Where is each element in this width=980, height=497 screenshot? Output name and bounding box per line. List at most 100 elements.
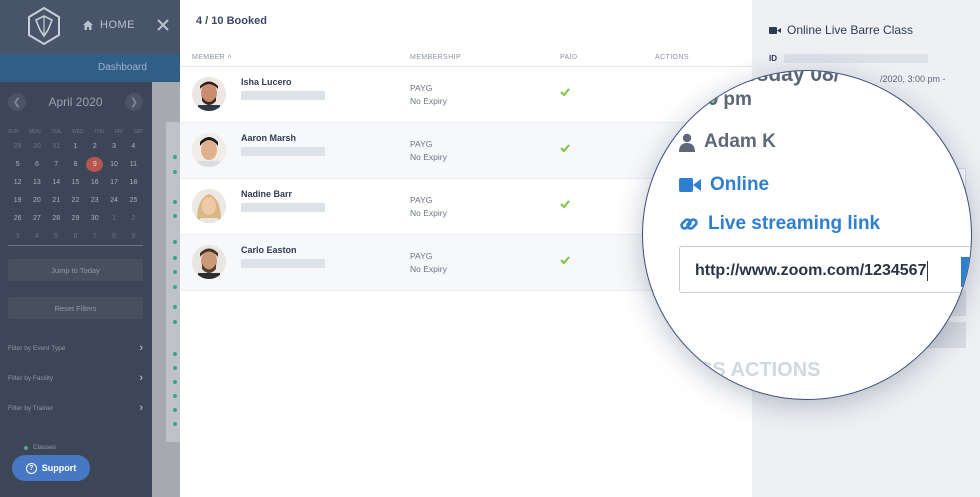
calendar-day[interactable]: 30 <box>27 139 46 154</box>
calendar-day[interactable]: 1 <box>66 139 85 154</box>
avatar <box>192 245 226 279</box>
streaming-link-label: Live streaming link <box>708 213 881 234</box>
calendar-header: ❮ April 2020 ❯ <box>8 92 143 112</box>
member-name[interactable]: Carlo Easton <box>241 245 297 255</box>
member-name[interactable]: Isha Lucero <box>241 77 292 87</box>
nav-dashboard[interactable]: Dashboard <box>0 54 180 82</box>
paid-check-icon <box>560 88 570 97</box>
zoomed-class-date: esday 08/ <box>745 70 840 86</box>
calendar-day[interactable]: 27 <box>27 211 46 226</box>
legend-dot-icon <box>24 445 28 450</box>
legend-classes: Classes <box>24 444 56 451</box>
calendar-day[interactable]: 19 <box>8 193 27 208</box>
calendar-day[interactable]: 6 <box>27 157 46 172</box>
event-dot <box>173 320 177 324</box>
calendar-day[interactable]: 9 <box>86 157 104 172</box>
calendar-day[interactable]: 4 <box>27 229 46 244</box>
calendar-day[interactable]: 18 <box>124 175 143 190</box>
calendar-day[interactable]: 26 <box>8 211 27 226</box>
calendar-day[interactable]: 2 <box>124 211 143 226</box>
calendar-day[interactable]: 9 <box>124 229 143 244</box>
paid-check-icon <box>560 256 570 265</box>
nav-dashboard-label: Dashboard <box>98 62 147 73</box>
membership-plan: PAYG <box>410 139 433 149</box>
calendar-prev-button[interactable]: ❮ <box>8 93 26 111</box>
calendar-day[interactable]: 5 <box>47 229 66 244</box>
filter-facility[interactable]: Filter by Facility › <box>8 372 143 384</box>
calendar-day[interactable]: 13 <box>27 175 46 190</box>
legend-label: Classes <box>33 444 57 451</box>
filter-label: Filter by Facility <box>8 374 54 382</box>
class-date-text: /2020, 3:00 pm - <box>880 74 946 84</box>
calendar-weekday: SAT <box>133 129 143 135</box>
calendar-day[interactable]: 23 <box>85 193 104 208</box>
event-dot <box>173 214 177 218</box>
reset-filters-button[interactable]: Reset Filters <box>8 297 143 319</box>
sort-asc-icon: ˄ <box>227 54 232 61</box>
table-row[interactable]: Isha Lucero PAYG No Expiry <box>180 67 752 123</box>
streaming-link-value: http://www.zoom.com/1234567 <box>695 262 927 280</box>
calendar-day[interactable]: 29 <box>66 211 85 226</box>
member-name[interactable]: Nadine Barr <box>241 189 292 199</box>
calendar-day[interactable]: 8 <box>104 229 123 244</box>
calendar-day[interactable]: 24 <box>104 193 123 208</box>
calendar-weekday: FRI <box>115 129 124 135</box>
calendar-day[interactable]: 3 <box>8 229 27 244</box>
calendar-day[interactable]: 7 <box>47 157 66 172</box>
calendar-day[interactable]: 21 <box>47 193 66 208</box>
calendar-day[interactable]: 5 <box>8 157 27 172</box>
calendar-day[interactable]: 3 <box>104 139 123 154</box>
membership-plan: PAYG <box>410 83 433 93</box>
support-button[interactable]: ? Support <box>12 455 90 481</box>
calendar-day[interactable]: 12 <box>8 175 27 190</box>
calendar-day[interactable]: 25 <box>124 193 143 208</box>
calendar-day[interactable]: 31 <box>47 139 66 154</box>
calendar-weekdays: SUN MON TUE WED THU FRI SAT <box>8 129 143 135</box>
top-nav-bar: HOME <box>0 0 180 54</box>
jump-to-today-button[interactable]: Jump to Today <box>8 259 143 281</box>
avatar <box>192 77 226 111</box>
calendar-next-button[interactable]: ❯ <box>124 93 143 111</box>
calendar-day[interactable]: 28 <box>47 211 66 226</box>
member-name[interactable]: Aaron Marsh <box>241 133 296 143</box>
streaming-link-input[interactable]: http://www.zoom.com/1234567 <box>679 246 971 293</box>
calendar-weekday: TUE <box>51 129 62 135</box>
booked-count: 4 / 10 Booked <box>196 15 267 27</box>
calendar-day[interactable]: 10 <box>104 157 123 172</box>
sidebar: HOME Dashboard ❮ April 2020 ❯ SUN MON TUE W… <box>0 0 180 497</box>
class-title-text: Online Live Barre Class <box>787 23 914 37</box>
calendar-day[interactable]: 1 <box>104 211 123 226</box>
membership-cell: PAYG No Expiry <box>410 138 447 164</box>
column-header-actions: ACTIONS <box>655 54 689 61</box>
chevron-left-icon: ❮ <box>12 96 22 108</box>
link-icon <box>680 218 698 230</box>
calendar-day[interactable]: 8 <box>66 157 85 172</box>
calendar-day[interactable]: 17 <box>104 175 123 190</box>
calendar-day[interactable]: 4 <box>124 139 143 154</box>
calendar-day[interactable]: 11 <box>124 157 143 172</box>
filter-event-type[interactable]: Filter by Event Type › <box>8 342 143 354</box>
app-window: HOME Dashboard ❮ April 2020 ❯ SUN MON TUE W… <box>0 0 980 497</box>
calendar-day[interactable]: 7 <box>85 229 104 244</box>
calendar-day[interactable]: 14 <box>47 175 66 190</box>
calendar-day[interactable]: 15 <box>66 175 85 190</box>
calendar-day[interactable]: 2 <box>85 139 104 154</box>
tools-icon[interactable] <box>156 18 170 32</box>
membership-cell: PAYG No Expiry <box>410 82 447 108</box>
text-cursor <box>927 261 929 281</box>
membership-plan: PAYG <box>410 251 433 261</box>
calendar-day[interactable]: 22 <box>66 193 85 208</box>
nav-home[interactable]: HOME <box>82 19 135 31</box>
calendar-day[interactable]: 16 <box>85 175 104 190</box>
user-icon <box>679 133 695 152</box>
calendar-day[interactable]: 6 <box>66 229 85 244</box>
calendar-day[interactable]: 29 <box>8 139 27 154</box>
app-logo-icon[interactable] <box>26 6 62 46</box>
calendar-day[interactable]: 30 <box>85 211 104 226</box>
class-actions-heading: SS ACTIONS <box>699 359 821 381</box>
save-link-button[interactable] <box>961 257 971 287</box>
calendar-day[interactable]: 20 <box>27 193 46 208</box>
filter-trainer[interactable]: Filter by Trainer › <box>8 402 143 414</box>
column-header-label: MEMBER <box>192 54 226 61</box>
column-header-member[interactable]: MEMBER ˄ <box>192 54 232 61</box>
